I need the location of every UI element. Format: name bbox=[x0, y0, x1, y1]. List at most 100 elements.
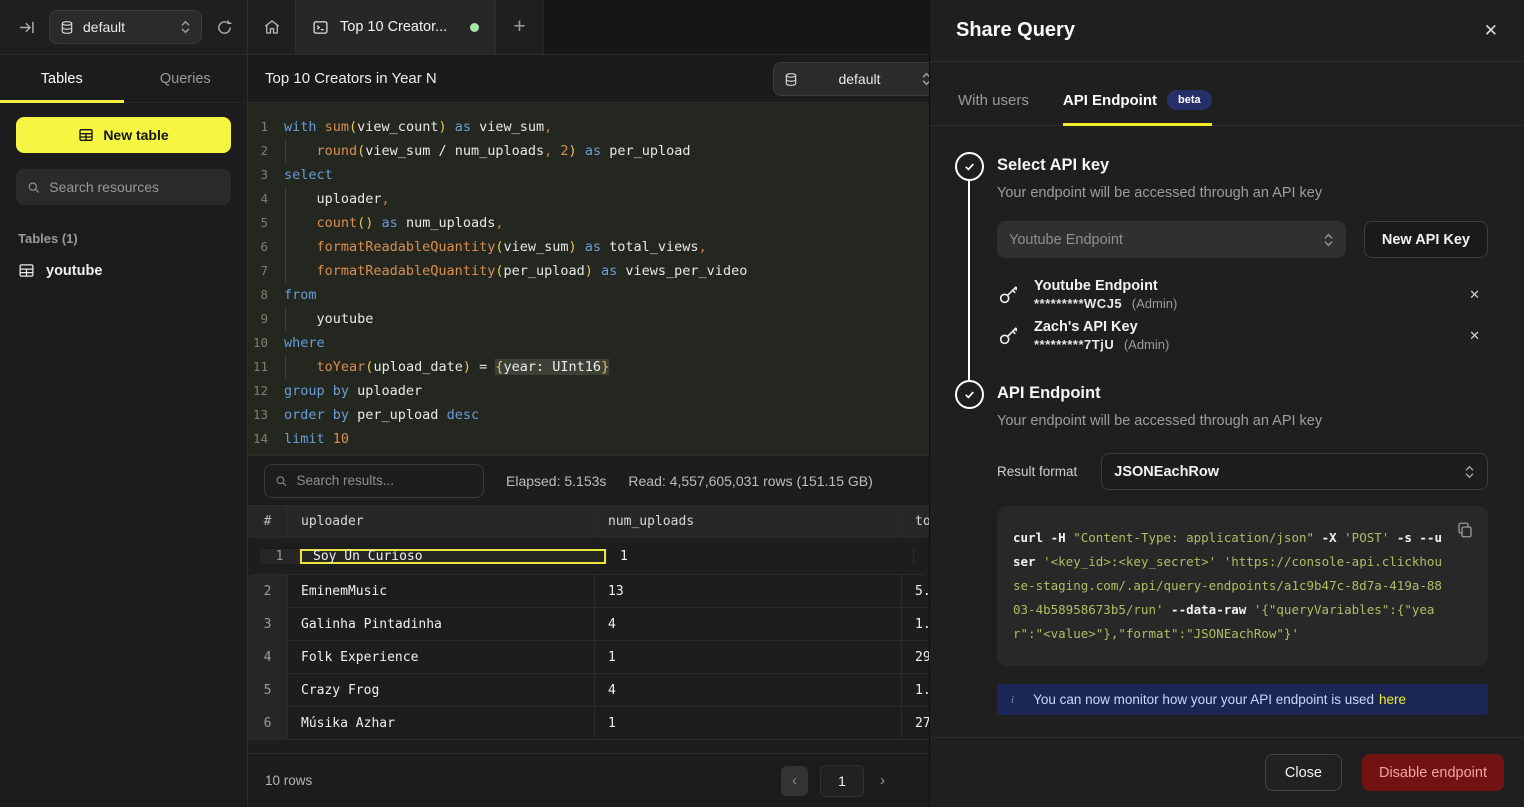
topbar-left: default bbox=[0, 0, 248, 54]
search-resources-input[interactable] bbox=[49, 179, 220, 195]
line-content: select bbox=[284, 163, 333, 187]
line-content: uploader, bbox=[284, 187, 390, 211]
line-content: where bbox=[284, 331, 325, 355]
collapse-sidebar-icon[interactable] bbox=[18, 19, 35, 36]
line-number: 12 bbox=[248, 379, 284, 403]
remove-key-icon[interactable]: ✕ bbox=[1469, 328, 1480, 344]
database-selector[interactable]: default bbox=[49, 10, 202, 44]
banner-here-link[interactable]: here bbox=[1379, 692, 1406, 707]
results-toolbar: Elapsed: 5.153s Read: 4,557,605,031 rows… bbox=[248, 455, 929, 505]
cell-row-number: 3 bbox=[248, 608, 288, 640]
tab-with-users[interactable]: With users bbox=[958, 90, 1029, 125]
line-number: 2 bbox=[248, 139, 284, 163]
cell-uploader[interactable]: Folk Experience bbox=[288, 641, 595, 673]
key-icon bbox=[997, 283, 1020, 306]
search-results-input[interactable] bbox=[296, 473, 473, 488]
code-line: 5 count() as num_uploads, bbox=[248, 211, 929, 235]
cell-num-uploads[interactable]: 1 bbox=[595, 707, 902, 739]
table-grid-icon bbox=[78, 127, 94, 143]
remove-key-icon[interactable]: ✕ bbox=[1469, 287, 1480, 303]
cell-num-uploads[interactable]: 1 bbox=[595, 641, 902, 673]
result-format-select[interactable]: JSONEachRow bbox=[1101, 453, 1488, 490]
pagination: ‹ 1 › bbox=[781, 765, 889, 797]
cell-num-uploads[interactable]: 4 bbox=[595, 608, 902, 640]
next-page-button[interactable]: › bbox=[876, 772, 889, 789]
search-icon bbox=[27, 180, 40, 195]
sql-editor[interactable]: 1 with sum(view_count) as view_sum, 2 ro… bbox=[248, 103, 929, 455]
table-row: 2 EminemMusic 13 5.1 bbox=[248, 575, 929, 608]
editor-header: Top 10 Creators in Year N default bbox=[248, 55, 929, 103]
editor-column: Top 10 Creators in Year N default 1 with… bbox=[248, 55, 929, 807]
cell-uploader[interactable]: EminemMusic bbox=[288, 575, 595, 607]
cell-uploader[interactable]: Soy Un Curioso bbox=[300, 549, 607, 564]
tables-list: youtube bbox=[0, 256, 247, 285]
line-content: with sum(view_count) as view_sum, bbox=[284, 115, 552, 139]
row-count: 10 rows bbox=[265, 773, 312, 788]
cell-uploader[interactable]: Músika Azhar bbox=[288, 707, 595, 739]
line-number: 4 bbox=[248, 187, 284, 211]
monitor-info-banner: i You can now monitor how your your API … bbox=[997, 684, 1488, 715]
disable-endpoint-button[interactable]: Disable endpoint bbox=[1362, 754, 1504, 791]
current-page[interactable]: 1 bbox=[820, 765, 864, 797]
new-api-key-button[interactable]: New API Key bbox=[1364, 221, 1488, 258]
tab-queries[interactable]: Queries bbox=[124, 55, 248, 102]
new-table-button[interactable]: New table bbox=[16, 117, 231, 153]
results-search[interactable] bbox=[264, 464, 484, 498]
editor-database-selector[interactable]: default bbox=[773, 62, 929, 96]
tab-api-endpoint[interactable]: API Endpoint beta bbox=[1063, 90, 1212, 125]
step-api-endpoint: API Endpoint Your endpoint will be acces… bbox=[954, 380, 1488, 715]
curl-command: curl -H "Content-Type: application/json"… bbox=[1013, 526, 1444, 646]
cell-num-uploads[interactable]: 13 bbox=[595, 575, 902, 607]
line-content: order by per_upload desc bbox=[284, 403, 479, 427]
api-key-role: (Admin) bbox=[1124, 337, 1170, 352]
chevron-updown-icon bbox=[180, 20, 191, 34]
close-button[interactable]: Close bbox=[1265, 754, 1342, 791]
code-line: 2 round(view_sum / num_uploads, 2) as pe… bbox=[248, 139, 929, 163]
result-format-value: JSONEachRow bbox=[1114, 464, 1464, 480]
api-key-list: Youtube Endpoint *********WCJ5 (Admin) ✕… bbox=[997, 278, 1488, 352]
cell-uploader[interactable]: Galinha Pintadinha bbox=[288, 608, 595, 640]
database-icon bbox=[60, 20, 74, 35]
home-button[interactable] bbox=[248, 0, 296, 54]
table-row: 1 Soy Un Curioso 1 407 bbox=[248, 538, 929, 575]
line-number: 10 bbox=[248, 331, 284, 355]
api-key-item: Youtube Endpoint *********WCJ5 (Admin) ✕ bbox=[997, 278, 1488, 311]
add-tab-button[interactable]: + bbox=[496, 0, 544, 54]
sidebar-tabs: Tables Queries bbox=[0, 55, 247, 103]
query-tab[interactable]: Top 10 Creator... bbox=[296, 0, 496, 54]
database-selector-value: default bbox=[83, 19, 171, 35]
step1-subtitle: Your endpoint will be accessed through a… bbox=[997, 185, 1488, 201]
refresh-icon[interactable] bbox=[216, 19, 233, 36]
cell-row-number: 6 bbox=[248, 707, 288, 739]
cell-total-views[interactable]: 1.1 bbox=[902, 674, 929, 706]
cell-row-number: 4 bbox=[248, 641, 288, 673]
tab-strip: Top 10 Creator... + bbox=[248, 0, 544, 54]
col-header-total-views[interactable]: tot bbox=[902, 506, 929, 537]
sidebar-table-item[interactable]: youtube bbox=[0, 256, 247, 285]
col-header-num[interactable]: # bbox=[248, 506, 288, 537]
unsaved-changes-dot bbox=[470, 23, 479, 32]
cell-total-views[interactable]: 274 bbox=[902, 707, 929, 739]
cell-num-uploads[interactable]: 4 bbox=[595, 674, 902, 706]
table-row: 6 Músika Azhar 1 274 bbox=[248, 707, 929, 740]
cell-total-views[interactable]: 294 bbox=[902, 641, 929, 673]
cell-total-views[interactable]: 1.4 bbox=[902, 608, 929, 640]
cell-row-number: 5 bbox=[248, 674, 288, 706]
beta-badge: beta bbox=[1167, 90, 1212, 110]
cell-total-views[interactable]: 407 bbox=[914, 549, 927, 564]
panel-header: Share Query ✕ bbox=[930, 0, 1524, 62]
step-connector-line bbox=[968, 179, 971, 380]
api-key-select[interactable]: Youtube Endpoint bbox=[997, 221, 1346, 258]
line-number: 14 bbox=[248, 427, 284, 451]
close-panel-icon[interactable]: ✕ bbox=[1484, 21, 1498, 41]
copy-icon[interactable] bbox=[1456, 521, 1474, 539]
cell-total-views[interactable]: 5.1 bbox=[902, 575, 929, 607]
col-header-uploader[interactable]: uploader bbox=[288, 506, 595, 537]
sidebar-search[interactable] bbox=[16, 169, 231, 205]
cell-uploader[interactable]: Crazy Frog bbox=[288, 674, 595, 706]
col-header-num-uploads[interactable]: num_uploads bbox=[595, 506, 902, 537]
step2-rail bbox=[954, 380, 984, 715]
cell-num-uploads[interactable]: 1 bbox=[607, 549, 914, 564]
prev-page-button[interactable]: ‹ bbox=[781, 766, 808, 796]
tab-tables[interactable]: Tables bbox=[0, 55, 124, 102]
